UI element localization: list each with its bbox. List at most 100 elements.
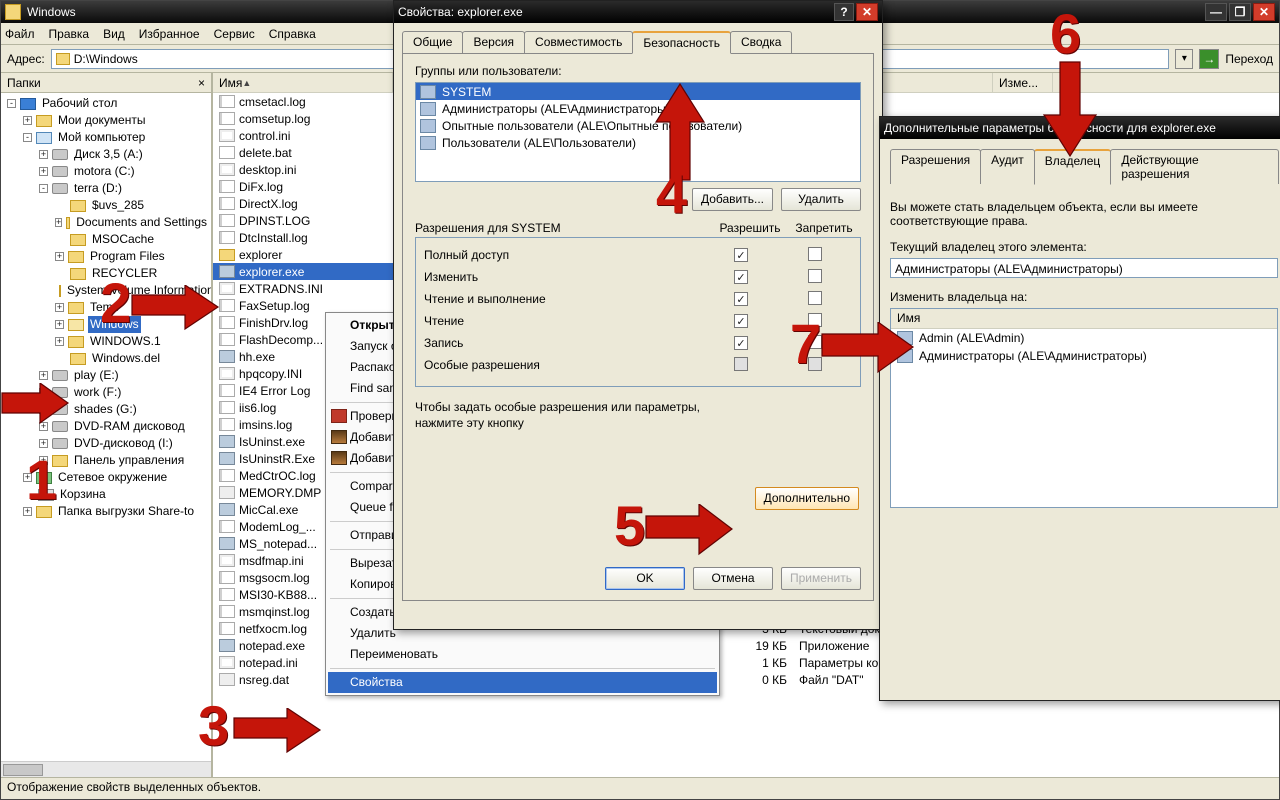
cancel-button[interactable]: Отмена [693,567,773,590]
expander-icon[interactable]: + [55,218,62,227]
expander-icon[interactable]: + [55,320,64,329]
expander-icon[interactable]: + [39,456,48,465]
allow-checkbox[interactable]: ✓ [734,292,748,306]
maximize-button[interactable]: ❐ [1229,3,1251,21]
adv-titlebar[interactable]: Дополнительные параметры безопасности дл… [880,117,1280,139]
tree-close-icon[interactable]: × [198,76,205,90]
tree-node[interactable]: RECYCLER [3,265,209,282]
tree-node[interactable]: -Мой компьютер [3,129,209,146]
deny-checkbox[interactable] [808,269,822,283]
tree-node[interactable]: +Windows [3,316,209,333]
expander-icon[interactable]: + [23,116,32,125]
tree-node[interactable]: +Панель управления [3,452,209,469]
tree-node[interactable]: -Рабочий стол [3,95,209,112]
allow-checkbox[interactable]: ✓ [734,248,748,262]
menu-Вид[interactable]: Вид [103,27,125,41]
deny-checkbox[interactable] [808,335,822,349]
tree-node[interactable]: -terra (D:) [3,180,209,197]
tab-Версия[interactable]: Версия [462,31,525,53]
tree-node[interactable]: Корзина [3,486,209,503]
adv-tab-Владелец[interactable]: Владелец [1034,149,1112,185]
owner-row[interactable]: Администраторы (ALE\Администраторы) [891,347,1277,365]
menu-Сервис[interactable]: Сервис [214,27,255,41]
tree-node[interactable]: System Volume Information [3,282,209,299]
tree-node[interactable]: MSOCache [3,231,209,248]
deny-checkbox[interactable] [808,357,822,371]
tree-node[interactable]: +Папка выгрузки Share-to [3,503,209,520]
expander-icon[interactable]: + [39,388,48,397]
props-close-button[interactable]: ✕ [856,3,878,21]
add-button[interactable]: Добавить... [692,188,773,211]
tree-node[interactable]: Windows.del [3,350,209,367]
expander-icon[interactable]: - [39,184,48,193]
expander-icon[interactable]: + [39,371,48,380]
address-dropdown[interactable] [1175,49,1193,69]
group-row[interactable]: Пользователи (ALE\Пользователи) [416,134,860,151]
advanced-button[interactable]: Дополнительно [755,487,859,510]
col-size[interactable]: Изме... [993,73,1053,92]
tree-node[interactable]: +Мои документы [3,112,209,129]
expander-icon[interactable]: + [39,167,48,176]
expander-icon[interactable]: + [55,337,64,346]
expander-icon[interactable]: + [39,422,48,431]
ok-button[interactable]: OK [605,567,685,590]
col-name[interactable]: Имя [213,73,393,92]
tree-node[interactable]: +Диск 3,5 (A:) [3,146,209,163]
adv-tab-Действующие разрешения[interactable]: Действующие разрешения [1110,149,1279,184]
menu-Правка[interactable]: Правка [49,27,90,41]
ctx-item[interactable]: Свойства [328,672,717,693]
ctx-item[interactable]: Переименовать [328,644,717,665]
props-titlebar[interactable]: Свойства: explorer.exe ? ✕ [394,1,882,23]
tab-Общие[interactable]: Общие [402,31,463,53]
tree-h-scrollbar[interactable] [1,761,211,777]
adv-tab-Аудит[interactable]: Аудит [980,149,1035,184]
tree-node[interactable]: +DVD-дисковод (I:) [3,435,209,452]
expander-icon[interactable]: - [7,99,16,108]
expander-icon[interactable]: - [23,133,32,142]
tree-node[interactable]: +play (E:) [3,367,209,384]
deny-checkbox[interactable] [808,313,822,327]
minimize-button[interactable]: — [1205,3,1227,21]
tree-node[interactable]: +Сетевое окружение [3,469,209,486]
tree-node[interactable]: +Program Files [3,248,209,265]
tree-node[interactable]: +Temp [3,299,209,316]
tree-node[interactable]: +DVD-RAM дисковод [3,418,209,435]
tree-node[interactable]: +motora (C:) [3,163,209,180]
folder-tree[interactable]: -Рабочий стол+Мои документы-Мой компьюте… [1,93,211,777]
tree-node[interactable]: +shades (G:) [3,401,209,418]
tree-node[interactable]: +Documents and Settings [3,214,209,231]
expander-icon[interactable]: + [39,150,48,159]
expander-icon[interactable]: + [39,439,48,448]
expander-icon[interactable]: + [55,303,64,312]
owner-list-header[interactable]: Имя [891,309,1277,329]
owner-row[interactable]: Admin (ALE\Admin) [891,329,1277,347]
allow-checkbox[interactable] [734,357,748,371]
expander-icon[interactable]: + [23,507,32,516]
tree-node[interactable]: $uvs_285 [3,197,209,214]
deny-checkbox[interactable] [808,291,822,305]
menu-Избранное[interactable]: Избранное [139,27,200,41]
tab-Сводка[interactable]: Сводка [730,31,793,53]
expander-icon[interactable]: + [23,473,32,482]
deny-checkbox[interactable] [808,247,822,261]
expander-icon[interactable]: + [55,252,64,261]
group-row[interactable]: Опытные пользователи (ALE\Опытные пользо… [416,117,860,134]
tree-node[interactable]: +WINDOWS.1 [3,333,209,350]
allow-checkbox[interactable]: ✓ [734,336,748,350]
group-row[interactable]: Администраторы (ALE\Администраторы) [416,100,860,117]
menu-Справка[interactable]: Справка [269,27,316,41]
allow-checkbox[interactable]: ✓ [734,314,748,328]
tab-Совместимость[interactable]: Совместимость [524,31,633,53]
adv-tab-Разрешения[interactable]: Разрешения [890,149,981,184]
menu-Файл[interactable]: Файл [5,27,35,41]
tab-Безопасность[interactable]: Безопасность [632,31,731,54]
close-button[interactable]: ✕ [1253,3,1275,21]
allow-checkbox[interactable]: ✓ [734,270,748,284]
remove-button[interactable]: Удалить [781,188,861,211]
groups-list[interactable]: SYSTEMАдминистраторы (ALE\Администраторы… [415,82,861,182]
apply-button[interactable]: Применить [781,567,861,590]
tree-node[interactable]: +work (F:) [3,384,209,401]
props-help-button[interactable]: ? [834,3,854,21]
go-button[interactable] [1199,49,1219,69]
group-row[interactable]: SYSTEM [416,83,860,100]
